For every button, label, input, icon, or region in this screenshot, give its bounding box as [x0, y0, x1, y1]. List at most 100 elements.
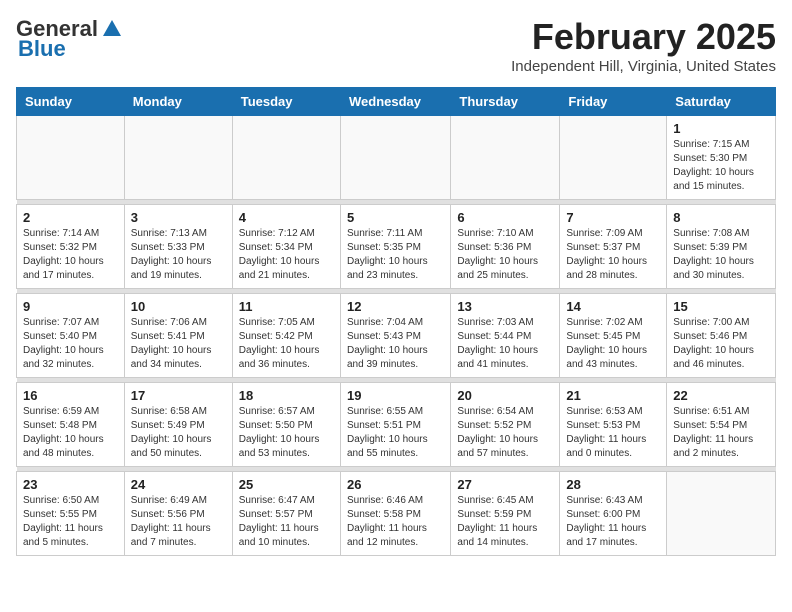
- day-info: Sunrise: 6:53 AM Sunset: 5:53 PM Dayligh…: [566, 405, 660, 461]
- calendar-week-row: 9 Sunrise: 7:07 AM Sunset: 5:40 PM Daylig…: [17, 294, 776, 378]
- calendar-cell: 18 Sunrise: 6:57 AM Sunset: 5:50 PM Dayli…: [232, 383, 340, 467]
- day-number: 20: [457, 388, 553, 403]
- day-number: 16: [23, 388, 118, 403]
- calendar-cell: 15 Sunrise: 7:00 AM Sunset: 5:46 PM Dayli…: [667, 294, 776, 378]
- weekday-header-row: SundayMondayTuesdayWednesdayThursdayFrid…: [17, 88, 776, 116]
- day-number: 4: [239, 210, 334, 225]
- day-info: Sunrise: 7:04 AM Sunset: 5:43 PM Dayligh…: [347, 316, 444, 372]
- calendar-cell: 12 Sunrise: 7:04 AM Sunset: 5:43 PM Dayli…: [340, 294, 450, 378]
- day-number: 9: [23, 299, 118, 314]
- day-info: Sunrise: 7:10 AM Sunset: 5:36 PM Dayligh…: [457, 227, 553, 283]
- logo-icon: [101, 18, 123, 40]
- day-info: Sunrise: 6:50 AM Sunset: 5:55 PM Dayligh…: [23, 494, 118, 550]
- calendar-table: SundayMondayTuesdayWednesdayThursdayFrid…: [16, 87, 776, 556]
- calendar-cell: 6Sunrise: 7:10 AM Sunset: 5:36 PM Daylig…: [451, 205, 560, 289]
- calendar-cell: 9 Sunrise: 7:07 AM Sunset: 5:40 PM Daylig…: [17, 294, 125, 378]
- day-info: Sunrise: 6:59 AM Sunset: 5:48 PM Dayligh…: [23, 405, 118, 461]
- calendar-cell: 24 Sunrise: 6:49 AM Sunset: 5:56 PM Dayli…: [124, 472, 232, 556]
- day-number: 23: [23, 477, 118, 492]
- calendar-cell: 13 Sunrise: 7:03 AM Sunset: 5:44 PM Dayli…: [451, 294, 560, 378]
- day-info: Sunrise: 6:46 AM Sunset: 5:58 PM Dayligh…: [347, 494, 444, 550]
- weekday-header-saturday: Saturday: [667, 88, 776, 116]
- calendar-cell: 3 Sunrise: 7:13 AM Sunset: 5:33 PM Daylig…: [124, 205, 232, 289]
- calendar-cell: 10 Sunrise: 7:06 AM Sunset: 5:41 PM Dayli…: [124, 294, 232, 378]
- day-info: Sunrise: 7:14 AM Sunset: 5:32 PM Dayligh…: [23, 227, 118, 283]
- day-number: 18: [239, 388, 334, 403]
- calendar-cell: 28Sunrise: 6:43 AM Sunset: 6:00 PM Dayli…: [560, 472, 667, 556]
- calendar-cell: [560, 116, 667, 200]
- day-info: Sunrise: 6:47 AM Sunset: 5:57 PM Dayligh…: [239, 494, 334, 550]
- day-number: 12: [347, 299, 444, 314]
- day-info: Sunrise: 7:03 AM Sunset: 5:44 PM Dayligh…: [457, 316, 553, 372]
- day-info: Sunrise: 7:00 AM Sunset: 5:46 PM Dayligh…: [673, 316, 769, 372]
- calendar-cell: 27 Sunrise: 6:45 AM Sunset: 5:59 PM Dayli…: [451, 472, 560, 556]
- day-info: Sunrise: 7:09 AM Sunset: 5:37 PM Dayligh…: [566, 227, 660, 283]
- weekday-header-friday: Friday: [560, 88, 667, 116]
- calendar-week-row: 23 Sunrise: 6:50 AM Sunset: 5:55 PM Dayli…: [17, 472, 776, 556]
- day-info: Sunrise: 7:08 AM Sunset: 5:39 PM Dayligh…: [673, 227, 769, 283]
- day-info: Sunrise: 7:05 AM Sunset: 5:42 PM Dayligh…: [239, 316, 334, 372]
- day-info: Sunrise: 6:45 AM Sunset: 5:59 PM Dayligh…: [457, 494, 553, 550]
- day-number: 1: [673, 121, 769, 136]
- calendar-week-row: 1 Sunrise: 7:15 AM Sunset: 5:30 PM Daylig…: [17, 116, 776, 200]
- calendar-cell: [232, 116, 340, 200]
- calendar-subtitle: Independent Hill, Virginia, United State…: [511, 58, 776, 75]
- day-info: Sunrise: 7:15 AM Sunset: 5:30 PM Dayligh…: [673, 138, 769, 194]
- calendar-cell: 2 Sunrise: 7:14 AM Sunset: 5:32 PM Daylig…: [17, 205, 125, 289]
- day-number: 10: [131, 299, 226, 314]
- page: General Blue February 2025 Independent H…: [0, 0, 792, 572]
- day-number: 17: [131, 388, 226, 403]
- calendar-cell: 23 Sunrise: 6:50 AM Sunset: 5:55 PM Dayli…: [17, 472, 125, 556]
- calendar-cell: 22 Sunrise: 6:51 AM Sunset: 5:54 PM Dayli…: [667, 383, 776, 467]
- day-info: Sunrise: 7:11 AM Sunset: 5:35 PM Dayligh…: [347, 227, 444, 283]
- weekday-header-monday: Monday: [124, 88, 232, 116]
- day-info: Sunrise: 6:51 AM Sunset: 5:54 PM Dayligh…: [673, 405, 769, 461]
- calendar-cell: 7 Sunrise: 7:09 AM Sunset: 5:37 PM Daylig…: [560, 205, 667, 289]
- calendar-title: February 2025: [511, 16, 776, 58]
- calendar-cell: 17Sunrise: 6:58 AM Sunset: 5:49 PM Dayli…: [124, 383, 232, 467]
- day-info: Sunrise: 6:49 AM Sunset: 5:56 PM Dayligh…: [131, 494, 226, 550]
- title-block: February 2025 Independent Hill, Virginia…: [511, 16, 776, 75]
- calendar-cell: 26Sunrise: 6:46 AM Sunset: 5:58 PM Dayli…: [340, 472, 450, 556]
- day-info: Sunrise: 7:06 AM Sunset: 5:41 PM Dayligh…: [131, 316, 226, 372]
- calendar-cell: 4 Sunrise: 7:12 AM Sunset: 5:34 PM Daylig…: [232, 205, 340, 289]
- calendar-week-row: 16 Sunrise: 6:59 AM Sunset: 5:48 PM Dayli…: [17, 383, 776, 467]
- calendar-cell: 14Sunrise: 7:02 AM Sunset: 5:45 PM Dayli…: [560, 294, 667, 378]
- day-number: 8: [673, 210, 769, 225]
- calendar-cell: [17, 116, 125, 200]
- weekday-header-sunday: Sunday: [17, 88, 125, 116]
- calendar-cell: 16 Sunrise: 6:59 AM Sunset: 5:48 PM Dayli…: [17, 383, 125, 467]
- day-number: 5: [347, 210, 444, 225]
- day-number: 14: [566, 299, 660, 314]
- calendar-cell: [667, 472, 776, 556]
- calendar-cell: 1 Sunrise: 7:15 AM Sunset: 5:30 PM Daylig…: [667, 116, 776, 200]
- day-info: Sunrise: 6:57 AM Sunset: 5:50 PM Dayligh…: [239, 405, 334, 461]
- day-number: 21: [566, 388, 660, 403]
- day-number: 2: [23, 210, 118, 225]
- day-number: 3: [131, 210, 226, 225]
- calendar-cell: [340, 116, 450, 200]
- calendar-cell: 11 Sunrise: 7:05 AM Sunset: 5:42 PM Dayli…: [232, 294, 340, 378]
- calendar-cell: 5 Sunrise: 7:11 AM Sunset: 5:35 PM Daylig…: [340, 205, 450, 289]
- weekday-header-wednesday: Wednesday: [340, 88, 450, 116]
- day-number: 22: [673, 388, 769, 403]
- calendar-cell: [124, 116, 232, 200]
- calendar-cell: 19Sunrise: 6:55 AM Sunset: 5:51 PM Dayli…: [340, 383, 450, 467]
- day-info: Sunrise: 7:12 AM Sunset: 5:34 PM Dayligh…: [239, 227, 334, 283]
- calendar-cell: 8 Sunrise: 7:08 AM Sunset: 5:39 PM Daylig…: [667, 205, 776, 289]
- calendar-cell: 21 Sunrise: 6:53 AM Sunset: 5:53 PM Dayli…: [560, 383, 667, 467]
- day-number: 24: [131, 477, 226, 492]
- calendar-cell: [451, 116, 560, 200]
- day-number: 7: [566, 210, 660, 225]
- day-info: Sunrise: 7:07 AM Sunset: 5:40 PM Dayligh…: [23, 316, 118, 372]
- day-info: Sunrise: 7:13 AM Sunset: 5:33 PM Dayligh…: [131, 227, 226, 283]
- day-number: 13: [457, 299, 553, 314]
- day-number: 27: [457, 477, 553, 492]
- day-number: 11: [239, 299, 334, 314]
- logo-blue-text: Blue: [18, 36, 66, 62]
- day-number: 15: [673, 299, 769, 314]
- weekday-header-tuesday: Tuesday: [232, 88, 340, 116]
- calendar-cell: 20Sunrise: 6:54 AM Sunset: 5:52 PM Dayli…: [451, 383, 560, 467]
- day-info: Sunrise: 6:43 AM Sunset: 6:00 PM Dayligh…: [566, 494, 660, 550]
- header: General Blue February 2025 Independent H…: [16, 16, 776, 75]
